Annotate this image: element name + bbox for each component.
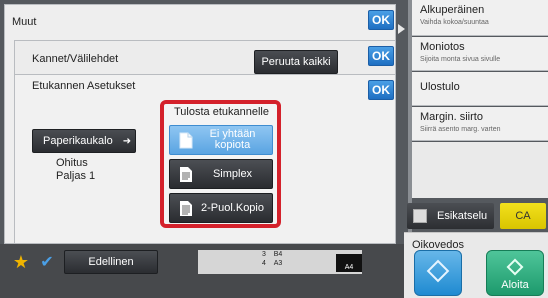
right-menu-empty-area	[412, 142, 548, 198]
right-menu-item-multishot-title: Moniotos	[420, 41, 465, 53]
right-menu-item-margin-shift-subtitle: Siirrä asento marg. varten	[420, 126, 501, 133]
right-menu-item-original[interactable]: Alkuperäinen Vaihda kokoa/suuntaa	[412, 0, 548, 36]
right-menu-item-multishot-subtitle: Sijoita monta sivua sivulle	[420, 56, 501, 63]
paper-size-indicator: A4	[336, 254, 362, 272]
cancel-all-button[interactable]: Peruuta kaikki	[254, 50, 338, 74]
right-menu-item-output-title: Ulostulo	[420, 81, 460, 93]
no-copy-option-label: Ei yhtään kopiota	[193, 129, 272, 151]
print-on-cover-title: Tulosta etukannelle	[174, 106, 269, 118]
right-menu-item-output[interactable]: Ulostulo	[412, 72, 548, 106]
right-menu-item-margin-shift[interactable]: Margin. siirto Siirrä asento marg. varte…	[412, 107, 548, 141]
front-cover-settings-title: Etukannen Asetukset	[32, 80, 136, 92]
diamond-icon	[506, 258, 524, 276]
front-cover-settings-ok-button[interactable]: OK	[368, 80, 394, 100]
no-copy-option-button[interactable]: Ei yhtään kopiota	[169, 125, 273, 155]
star-icon[interactable]: ★	[10, 250, 32, 274]
tray-row: 3 B4	[262, 251, 283, 258]
copier-screen: Muut OK Kannet/Välilehdet Peruuta kaikki…	[0, 0, 548, 298]
start-button[interactable]: Aloita	[486, 250, 544, 296]
duplex-option-label: 2-Puol.Kopio	[201, 201, 264, 214]
right-menu-item-original-title: Alkuperäinen	[420, 4, 485, 16]
paper-tray-button[interactable]: Paperikaukalo ➜	[32, 129, 136, 153]
preview-button[interactable]: Esikatselu	[407, 203, 494, 229]
covers-inserts-title: Kannet/Välilehdet	[32, 53, 119, 65]
simplex-option-button[interactable]: Simplex	[169, 159, 273, 189]
other-functions-title: Muut	[12, 16, 37, 28]
paper-type-text: Paljas 1	[56, 170, 96, 182]
duplex-option-button[interactable]: 2-Puol.Kopio	[169, 193, 273, 223]
preview-label: Esikatselu	[437, 210, 488, 222]
checkmark-icon[interactable]: ✔	[36, 250, 58, 274]
diamond-icon	[426, 259, 450, 283]
right-menu-item-margin-shift-title: Margin. siirto	[420, 111, 483, 123]
simplex-option-label: Simplex	[212, 167, 253, 180]
right-menu-item-multishot[interactable]: Moniotos Sijoita monta sivua sivulle	[412, 37, 548, 71]
proof-copy-start-button[interactable]	[414, 250, 462, 296]
two-sided-page-icon	[179, 200, 193, 217]
expand-arrow-icon[interactable]	[398, 24, 405, 34]
one-sided-page-icon	[179, 166, 193, 183]
no-copy-option-label-line2: kopiota	[214, 139, 251, 151]
covers-inserts-ok-button[interactable]: OK	[368, 46, 394, 66]
tray-status-table: 3 B4 4 A3	[262, 250, 282, 268]
paper-source-text: Ohitus	[56, 157, 88, 169]
clear-all-button[interactable]: CA	[500, 203, 546, 229]
start-label: Aloita	[501, 279, 529, 291]
previous-button[interactable]: Edellinen	[64, 250, 158, 274]
tray-row: 4 A3	[262, 260, 283, 267]
blank-page-icon	[179, 132, 193, 149]
other-functions-ok-button[interactable]: OK	[368, 10, 394, 30]
paper-tray-label: Paperikaukalo	[43, 135, 113, 147]
arrow-right-icon: ➜	[122, 135, 132, 147]
right-menu-item-original-subtitle: Vaihda kokoa/suuntaa	[420, 19, 489, 26]
preview-icon	[413, 209, 427, 223]
